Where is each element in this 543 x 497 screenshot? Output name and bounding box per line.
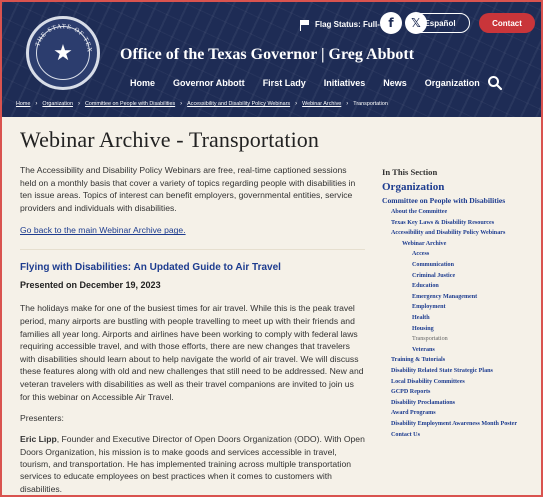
nav-home[interactable]: Home [130,78,155,88]
sidebar-item[interactable]: Disability Proclamations [382,398,541,409]
sidebar-item[interactable]: Accessibility and Disability Policy Webi… [382,228,541,239]
presented-date: Presented on December 19, 2023 [20,280,161,291]
page-title: Webinar Archive - Transportation [20,127,319,152]
sidebar-item[interactable]: Disability Related State Strategic Plans [382,366,541,377]
sidebar-list: About the Committee Texas Key Laws & Disa… [382,207,541,441]
sidebar-item[interactable]: About the Committee [382,207,541,218]
x-twitter-icon[interactable]: 𝕏 [405,12,427,34]
sidebar-item[interactable]: Veterans [382,345,541,356]
sidebar-item[interactable]: Access [382,249,541,260]
breadcrumb-current: Transportation [353,101,388,107]
section-sidebar: In This Section Organization Committee o… [382,167,541,441]
sidebar-item[interactable]: Health [382,313,541,324]
flag-icon [300,20,310,31]
texas-seal-logo[interactable]: THE STATE OF TEXAS ★ [26,16,100,90]
presenter-name: Eric Lipp [20,434,57,445]
sidebar-item[interactable]: Disability Employment Awareness Month Po… [382,419,541,430]
nav-organization[interactable]: Organization [425,78,480,88]
sidebar-item[interactable]: GCPD Reports [382,387,541,398]
sidebar-item[interactable]: Criminal Justice [382,271,541,282]
sidebar-committee-link[interactable]: Committee on People with Disabilities [382,196,541,205]
breadcrumb-organization[interactable]: Organization [42,101,73,107]
sidebar-item[interactable]: Housing [382,324,541,335]
contact-button[interactable]: Contact [479,13,535,33]
presenter-bio: Eric Lipp, Founder and Executive Directo… [20,433,365,495]
sidebar-item[interactable]: Training & Tutorials [382,355,541,366]
breadcrumb-home[interactable]: Home [16,101,30,107]
site-header: THE STATE OF TEXAS ★ Flag Status: Full-S… [2,2,541,117]
breadcrumb: Home › Organization › Committee on Peopl… [16,101,388,107]
breadcrumb-webinar-archive[interactable]: Webinar Archive [302,101,341,107]
presenter-bio-text: , Founder and Executive Director of Open… [20,434,365,494]
main-content: Webinar Archive - Transportation The Acc… [20,127,365,495]
intro-paragraph: The Accessibility and Disability Policy … [20,165,356,213]
back-to-archive-link[interactable]: Go back to the main Webinar Archive page… [20,225,365,235]
chevron-right-icon: › [295,101,298,107]
sidebar-item[interactable]: Education [382,281,541,292]
nav-news[interactable]: News [383,78,407,88]
svg-text:THE STATE OF TEXAS: THE STATE OF TEXAS [29,19,93,53]
webinar-title-link[interactable]: Flying with Disabilities: An Updated Gui… [20,262,365,273]
sidebar-heading: In This Section [382,167,438,177]
chevron-right-icon: › [346,101,349,107]
sidebar-item[interactable]: Communication [382,260,541,271]
sidebar-item[interactable]: Emergency Management [382,292,541,303]
sidebar-item[interactable]: Webinar Archive [382,239,541,250]
sidebar-item[interactable]: Employment [382,302,541,313]
sidebar-item[interactable]: Texas Key Laws & Disability Resources [382,218,541,229]
webinar-description: The holidays make for one of the busiest… [20,303,364,402]
search-icon[interactable] [487,75,503,91]
divider [20,249,365,251]
sidebar-item[interactable]: Transportation [382,334,541,345]
breadcrumb-committee[interactable]: Committee on People with Disabilities [85,101,175,107]
chevron-right-icon: › [35,101,38,107]
sidebar-item[interactable]: Contact Us [382,430,541,441]
sidebar-item[interactable]: Award Programs [382,408,541,419]
site-title[interactable]: Office of the Texas Governor | Greg Abbo… [120,46,414,64]
sidebar-item[interactable]: Local Disability Committees [382,377,541,388]
page-frame: THE STATE OF TEXAS ★ Flag Status: Full-S… [0,0,543,497]
presenters-label: Presenters: [20,413,64,424]
nav-initiatives[interactable]: Initiatives [324,78,366,88]
chevron-right-icon: › [180,101,183,107]
nav-first-lady[interactable]: First Lady [263,78,306,88]
facebook-icon[interactable]: f [380,12,402,34]
breadcrumb-webinars[interactable]: Accessibility and Disability Policy Webi… [187,101,290,107]
sidebar-organization-link[interactable]: Organization [382,181,541,193]
main-nav: Home Governor Abbott First Lady Initiati… [130,78,498,88]
nav-governor-abbott[interactable]: Governor Abbott [173,78,245,88]
chevron-right-icon: › [77,101,80,107]
